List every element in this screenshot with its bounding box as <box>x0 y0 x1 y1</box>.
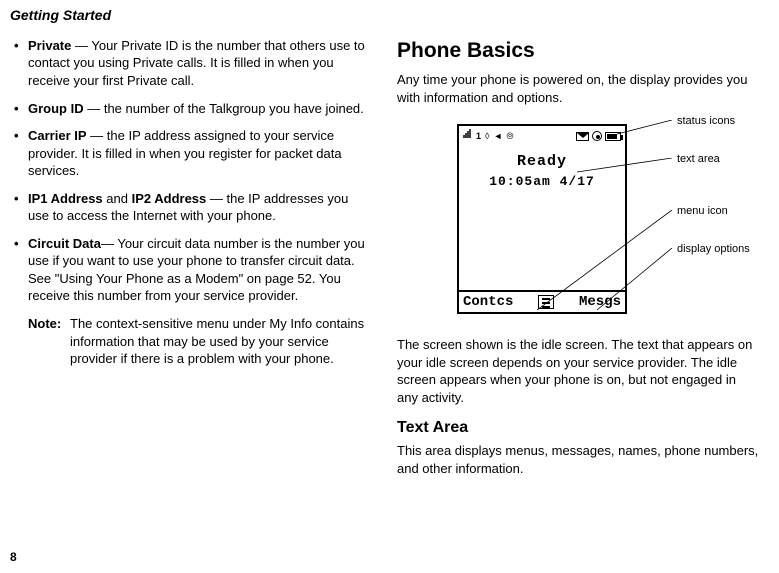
bullet-private: • Private — Your Private ID is the numbe… <box>10 37 372 90</box>
one-x-icon: 1 <box>476 130 482 142</box>
speaker-icon: ◄ <box>493 130 503 142</box>
bullet-ipaddresses: • IP1 Address and IP2 Address — the IP a… <box>10 190 372 225</box>
bullet-text: — Your Private ID is the number that oth… <box>28 38 365 88</box>
left-column: • Private — Your Private ID is the numbe… <box>10 37 372 485</box>
status-right-icons <box>576 131 621 141</box>
intro-paragraph: Any time your phone is powered on, the d… <box>397 71 759 106</box>
left-softkey: Contcs <box>463 293 513 312</box>
vibrate-icon: ⦾ <box>506 130 514 142</box>
text-area-paragraph: This area displays menus, messages, name… <box>397 442 759 477</box>
right-column: Phone Basics Any time your phone is powe… <box>397 37 759 485</box>
ring-icon <box>592 131 602 141</box>
bullet-content: Circuit Data— Your circuit data number i… <box>28 235 372 305</box>
callout-label: display options <box>677 243 750 255</box>
bullet-dot: • <box>14 37 28 90</box>
bullet-label: Private <box>28 38 71 53</box>
page-number: 8 <box>10 549 17 565</box>
bullet-dot: • <box>14 235 28 305</box>
status-left-icons: 1 ◊ ◄ ⦾ <box>463 129 515 144</box>
bullet-text: — the number of the Talkgroup you have j… <box>84 101 364 116</box>
two-column-layout: • Private — Your Private ID is the numbe… <box>10 37 759 485</box>
callout-menu-icon: menu icon <box>677 204 728 219</box>
bullet-label2: IP2 Address <box>132 191 207 206</box>
status-bar: 1 ◊ ◄ ⦾ <box>459 126 625 146</box>
bullet-dot: • <box>14 190 28 225</box>
callout-display-options: display options <box>677 242 750 257</box>
callout-status-icons: status icons <box>677 114 735 129</box>
bullet-carrierip: • Carrier IP — the IP address assigned t… <box>10 127 372 180</box>
bullet-content: Group ID — the number of the Talkgroup y… <box>28 100 372 118</box>
envelope-icon <box>576 132 589 141</box>
bullet-label: Circuit Data <box>28 236 101 251</box>
idle-screen-paragraph: The screen shown is the idle screen. The… <box>397 336 759 406</box>
bullet-content: IP1 Address and IP2 Address — the IP add… <box>28 190 372 225</box>
bullet-label: Carrier IP <box>28 128 87 143</box>
callout-label: text area <box>677 153 720 165</box>
text-area-heading: Text Area <box>397 417 759 439</box>
running-header: Getting Started <box>10 6 759 25</box>
bullet-label: IP1 Address <box>28 191 103 206</box>
note-block: Note: The context-sensitive menu under M… <box>10 315 372 368</box>
bullet-mid: and <box>103 191 132 206</box>
callout-text-area: text area <box>677 152 720 167</box>
bullet-content: Private — Your Private ID is the number … <box>28 37 372 90</box>
data-icon: ◊ <box>485 130 490 142</box>
bullet-dot: • <box>14 100 28 118</box>
note-label: Note: <box>28 315 70 368</box>
bullet-groupid: • Group ID — the number of the Talkgroup… <box>10 100 372 118</box>
callout-label: status icons <box>677 115 735 127</box>
bullet-content: Carrier IP — the IP address assigned to … <box>28 127 372 180</box>
callout-label: menu icon <box>677 205 728 217</box>
bullet-label: Group ID <box>28 101 84 116</box>
phone-screen-figure: 1 ◊ ◄ ⦾ Ready 10:05am 4/17 <box>397 114 759 334</box>
signal-icon <box>463 129 473 144</box>
note-text: The context-sensitive menu under My Info… <box>70 315 372 368</box>
bullet-circuitdata: • Circuit Data— Your circuit data number… <box>10 235 372 305</box>
bullet-dot: • <box>14 127 28 180</box>
phone-basics-heading: Phone Basics <box>397 37 759 65</box>
